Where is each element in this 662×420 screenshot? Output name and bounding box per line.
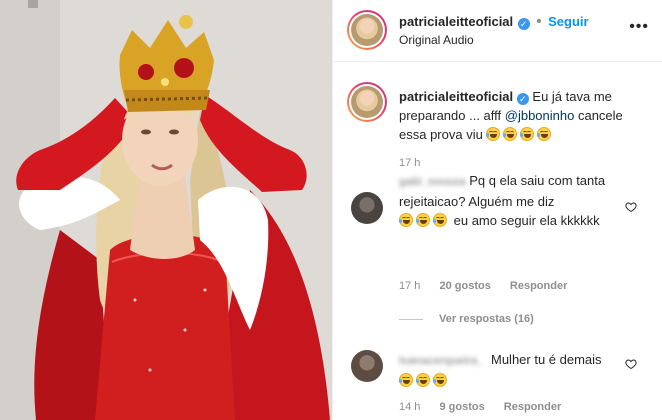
caption-time[interactable]: 17 h [399, 157, 420, 169]
laughing-emoji-group [486, 127, 554, 142]
caption-text: patricialeitteoficial ✓ Eu já tava me pr… [399, 87, 629, 144]
comment-body: Mulher tu é demais [491, 352, 602, 367]
caption-avatar[interactable] [347, 82, 387, 122]
view-replies[interactable]: Ver respostas (16) [399, 313, 550, 325]
follow-button[interactable]: Seguir [548, 14, 588, 29]
verified-badge-icon: ✓ [516, 93, 529, 105]
laughing-emoji-icon [537, 127, 552, 141]
laughing-emoji-icon [433, 213, 447, 227]
audio-label[interactable]: Original Audio [399, 31, 474, 49]
comment-2-meta: 14 h 9 gostos Responder [399, 401, 577, 413]
author-avatar[interactable] [347, 10, 387, 50]
comment-body-tail: eu amo seguir ela kkkkkk [453, 213, 600, 228]
author-username[interactable]: patricialeitteoficial [399, 14, 513, 29]
laughing-emoji-icon [486, 127, 501, 141]
laughing-emoji-icon [520, 127, 535, 141]
commenter-avatar[interactable] [351, 350, 383, 382]
follow-separator: • [536, 13, 542, 30]
reply-button[interactable]: Responder [510, 280, 567, 292]
caption-username[interactable]: patricialeitteoficial [399, 89, 513, 104]
post-media[interactable] [0, 0, 332, 420]
caption-meta: 17 h [399, 157, 436, 169]
laughing-emoji-icon [416, 213, 430, 227]
laughing-emoji-group [399, 213, 454, 228]
comment-likes[interactable]: 20 gostos [439, 280, 490, 292]
comments-panel: patricialeitteoficial ✓ • Seguir Origina… [332, 0, 662, 420]
laughing-emoji-icon [399, 213, 413, 227]
commenter-username[interactable]: gabi_souuza [399, 173, 466, 192]
commenter-avatar[interactable] [351, 192, 383, 224]
more-options-icon[interactable]: ••• [629, 18, 649, 36]
comment-time[interactable]: 17 h [399, 280, 420, 292]
comment-1-text: gabi_souuza Pq q ela saiu com tanta reje… [399, 171, 619, 230]
video-frame-illustration [0, 0, 332, 420]
verified-badge-icon: ✓ [517, 18, 530, 30]
laughing-emoji-icon [416, 373, 430, 387]
heart-icon[interactable] [625, 358, 637, 370]
replies-divider [399, 318, 423, 320]
laughing-emoji-icon [399, 373, 413, 387]
heart-icon[interactable] [625, 201, 637, 213]
comment-time[interactable]: 14 h [399, 401, 420, 413]
laughing-emoji-icon [503, 127, 518, 141]
comment-likes[interactable]: 9 gostos [439, 401, 484, 413]
post-header: patricialeitteoficial ✓ • Seguir Origina… [333, 0, 662, 62]
reply-button[interactable]: Responder [504, 401, 561, 413]
comment-1-meta: 17 h 20 gostos Responder [399, 280, 583, 292]
view-replies-label[interactable]: Ver respostas (16) [439, 313, 534, 325]
commenter-username[interactable]: luanacerqueira_ [399, 352, 483, 371]
laughing-emoji-icon [433, 373, 447, 387]
comment-2-text: luanacerqueira_ Mulher tu é demais [399, 350, 619, 390]
laughing-emoji-group [399, 373, 450, 388]
caption-mention[interactable]: @jbboninho [505, 108, 575, 123]
